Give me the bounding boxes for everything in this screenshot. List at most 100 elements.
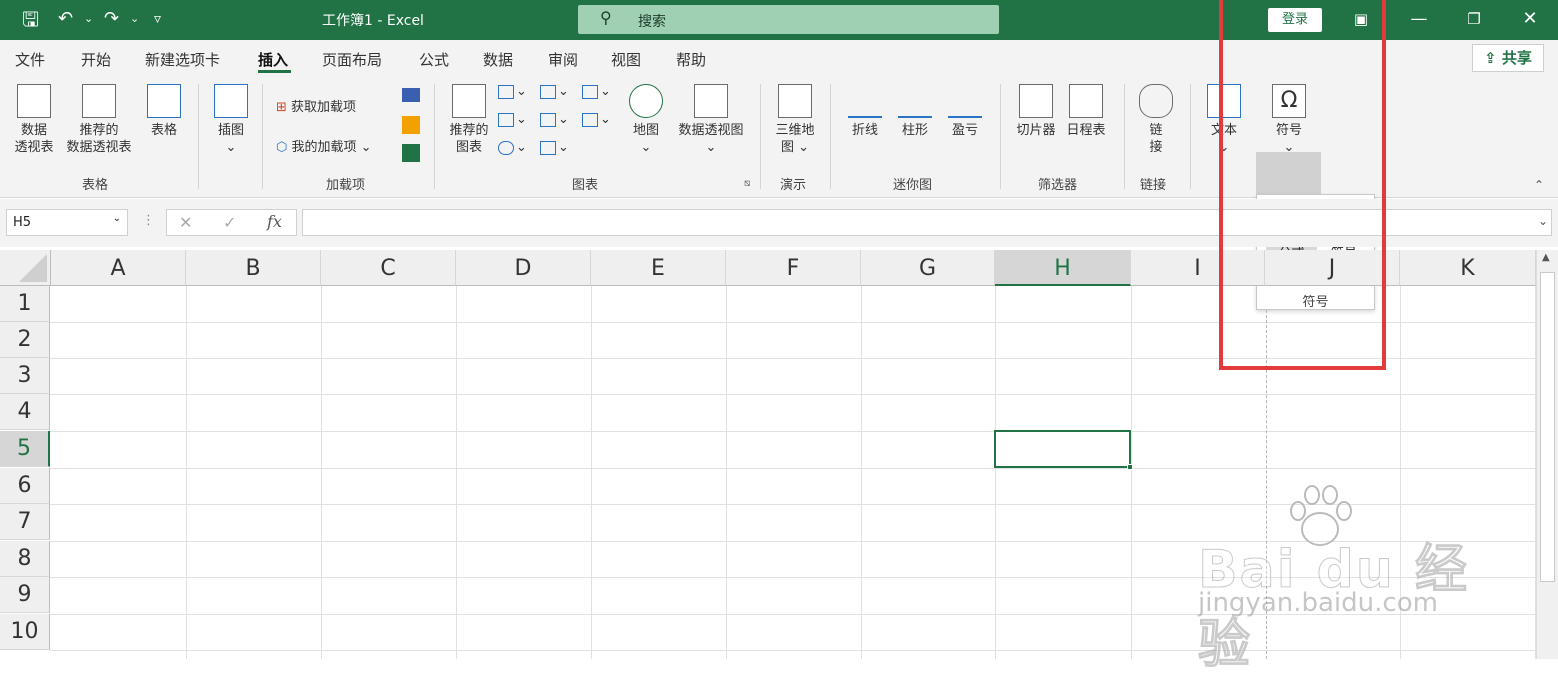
undo-icon[interactable]: ↶ <box>58 8 73 30</box>
grid-line <box>456 286 457 659</box>
formula-controls: ✕ ✓ fx <box>166 209 297 236</box>
column-header-B[interactable]: B <box>186 250 321 286</box>
row-header-2[interactable]: 2 <box>0 322 50 358</box>
name-box-dropdown-icon[interactable]: ⌄ <box>113 213 121 224</box>
column-header-D[interactable]: D <box>456 250 591 286</box>
row-header-5[interactable]: 5 <box>0 431 50 467</box>
bing-icon[interactable] <box>402 116 420 134</box>
row-header-7[interactable]: 7 <box>0 504 50 540</box>
table-button[interactable]: 表格 <box>142 84 186 139</box>
scroll-up-icon[interactable]: ▲ <box>1542 252 1550 263</box>
recommended-pivot-button[interactable]: 推荐的 数据透视表 <box>60 84 138 156</box>
get-addins-button[interactable]: ⊞ 获取加载项 <box>276 96 356 115</box>
collapse-ribbon-icon[interactable]: ⌃ <box>1534 178 1544 192</box>
name-box[interactable]: H5 ⌄ <box>6 209 128 236</box>
tab-review[interactable]: 审阅 <box>548 49 578 70</box>
grid-line <box>995 286 996 659</box>
recommended-charts-button[interactable]: 推荐的 图表 <box>444 84 494 156</box>
vertical-scrollbar[interactable]: ▲ <box>1536 250 1558 659</box>
tab-new[interactable]: 新建选项卡 <box>145 49 220 70</box>
undo-dropdown-icon[interactable]: ⌄ <box>84 8 93 30</box>
column-header-A[interactable]: A <box>51 250 186 286</box>
charts-dialog-launcher-icon[interactable]: ⧅ <box>744 178 750 189</box>
share-button[interactable]: ⇪ 共享 <box>1472 44 1544 72</box>
column-header-F[interactable]: F <box>726 250 861 286</box>
group-separator <box>198 84 199 189</box>
people-graph-icon[interactable] <box>402 144 420 162</box>
name-box-value: H5 <box>13 215 32 230</box>
pivot-chart-button[interactable]: 数据透视图 ⌄ <box>672 84 750 156</box>
pivot-table-label-1: 数据 <box>20 123 47 138</box>
line-chart-button[interactable]: ⌄ <box>498 112 527 127</box>
group-separator <box>1190 84 1191 189</box>
hierarchy-chart-button[interactable]: ⌄ <box>540 84 569 99</box>
row-header-1[interactable]: 1 <box>0 286 50 322</box>
select-all-button[interactable] <box>0 250 51 286</box>
column-chart-button[interactable]: ⌄ <box>498 84 527 99</box>
scatter-chart-icon <box>540 140 556 155</box>
grid-line <box>50 431 1535 432</box>
baidu-watermark: Bai du 经验 jingyan.baidu.com <box>1196 485 1496 676</box>
3d-map-label-2: 图 ⌄ <box>780 140 810 155</box>
maps-button[interactable]: 地图 ⌄ <box>624 84 668 156</box>
row-header-6[interactable]: 6 <box>0 468 50 504</box>
customize-quick-access-icon[interactable]: ▿ <box>154 8 161 30</box>
tab-help[interactable]: 帮助 <box>676 49 706 70</box>
combo-chart-button[interactable]: ⌄ <box>582 112 611 127</box>
cancel-icon[interactable]: ✕ <box>179 213 192 232</box>
redo-icon[interactable]: ↷ <box>104 8 119 30</box>
tab-data[interactable]: 数据 <box>483 49 513 70</box>
tab-file[interactable]: 文件 <box>15 49 45 70</box>
close-icon[interactable]: ✕ <box>1515 8 1545 30</box>
expand-formula-bar-icon[interactable]: ⌄ <box>1538 214 1548 228</box>
pivot-table-button[interactable]: 数据 透视表 <box>10 84 58 156</box>
tab-insert[interactable]: 插入 <box>258 49 288 70</box>
redo-dropdown-icon[interactable]: ⌄ <box>130 8 139 30</box>
row-header-3[interactable]: 3 <box>0 358 50 394</box>
tab-home[interactable]: 开始 <box>81 49 111 70</box>
search-box[interactable]: ⚲ 搜索 <box>578 5 999 34</box>
illustrations-button[interactable]: 插图 ⌄ <box>210 84 252 156</box>
insert-function-icon[interactable]: fx <box>267 212 282 231</box>
save-icon[interactable]: 🖫 <box>22 8 39 30</box>
column-header-E[interactable]: E <box>591 250 726 286</box>
slicer-button[interactable]: 切片器 <box>1012 84 1060 139</box>
tab-view[interactable]: 视图 <box>611 49 641 70</box>
group-label-sparklines: 迷你图 <box>893 178 933 193</box>
row-header-4[interactable]: 4 <box>0 394 50 430</box>
3d-map-button[interactable]: 三维地 图 ⌄ <box>770 84 820 156</box>
row-header-9[interactable]: 9 <box>0 577 50 613</box>
scatter-chart-button[interactable]: ⌄ <box>540 140 569 155</box>
column-header-G[interactable]: G <box>861 250 995 286</box>
tab-page-layout[interactable]: 页面布局 <box>322 49 382 70</box>
column-header-H[interactable]: H <box>995 250 1131 286</box>
minimize-icon[interactable]: — <box>1404 8 1434 30</box>
line-chart-icon <box>498 112 514 127</box>
restore-icon[interactable]: ❐ <box>1459 8 1489 30</box>
hierarchy-chart-icon <box>540 84 556 99</box>
sparkline-line-button[interactable]: 折线 <box>846 84 884 139</box>
timeline-button[interactable]: 日程表 <box>1062 84 1110 139</box>
statistic-chart-button[interactable]: ⌄ <box>540 112 569 127</box>
row-header-8[interactable]: 8 <box>0 541 50 577</box>
recommended-charts-label-1: 推荐的 <box>449 123 489 138</box>
link-button[interactable]: 链 接 <box>1134 84 1178 156</box>
group-label-tables: 表格 <box>82 178 109 193</box>
active-cell-H5[interactable] <box>994 430 1133 470</box>
fill-handle[interactable] <box>1127 464 1133 470</box>
tab-formulas[interactable]: 公式 <box>419 49 449 70</box>
waterfall-chart-button[interactable]: ⌄ <box>582 84 611 99</box>
illustrations-dropdown-icon: ⌄ <box>225 140 237 155</box>
pie-chart-button[interactable]: ⌄ <box>498 140 527 155</box>
sparkline-column-button[interactable]: 柱形 <box>896 84 934 139</box>
formula-bar-grip-icon[interactable]: ⋮ <box>142 213 155 228</box>
scrollbar-thumb[interactable] <box>1540 272 1555 582</box>
enter-icon[interactable]: ✓ <box>223 213 236 232</box>
sparkline-winloss-button[interactable]: 盈亏 <box>946 84 984 139</box>
column-header-K[interactable]: K <box>1400 250 1536 286</box>
recommended-charts-icon <box>452 84 486 118</box>
column-header-C[interactable]: C <box>321 250 456 286</box>
visio-icon[interactable] <box>402 88 420 102</box>
row-header-10[interactable]: 10 <box>0 614 50 650</box>
my-addins-button[interactable]: ⬡ 我的加载项 ⌄ <box>276 136 372 155</box>
